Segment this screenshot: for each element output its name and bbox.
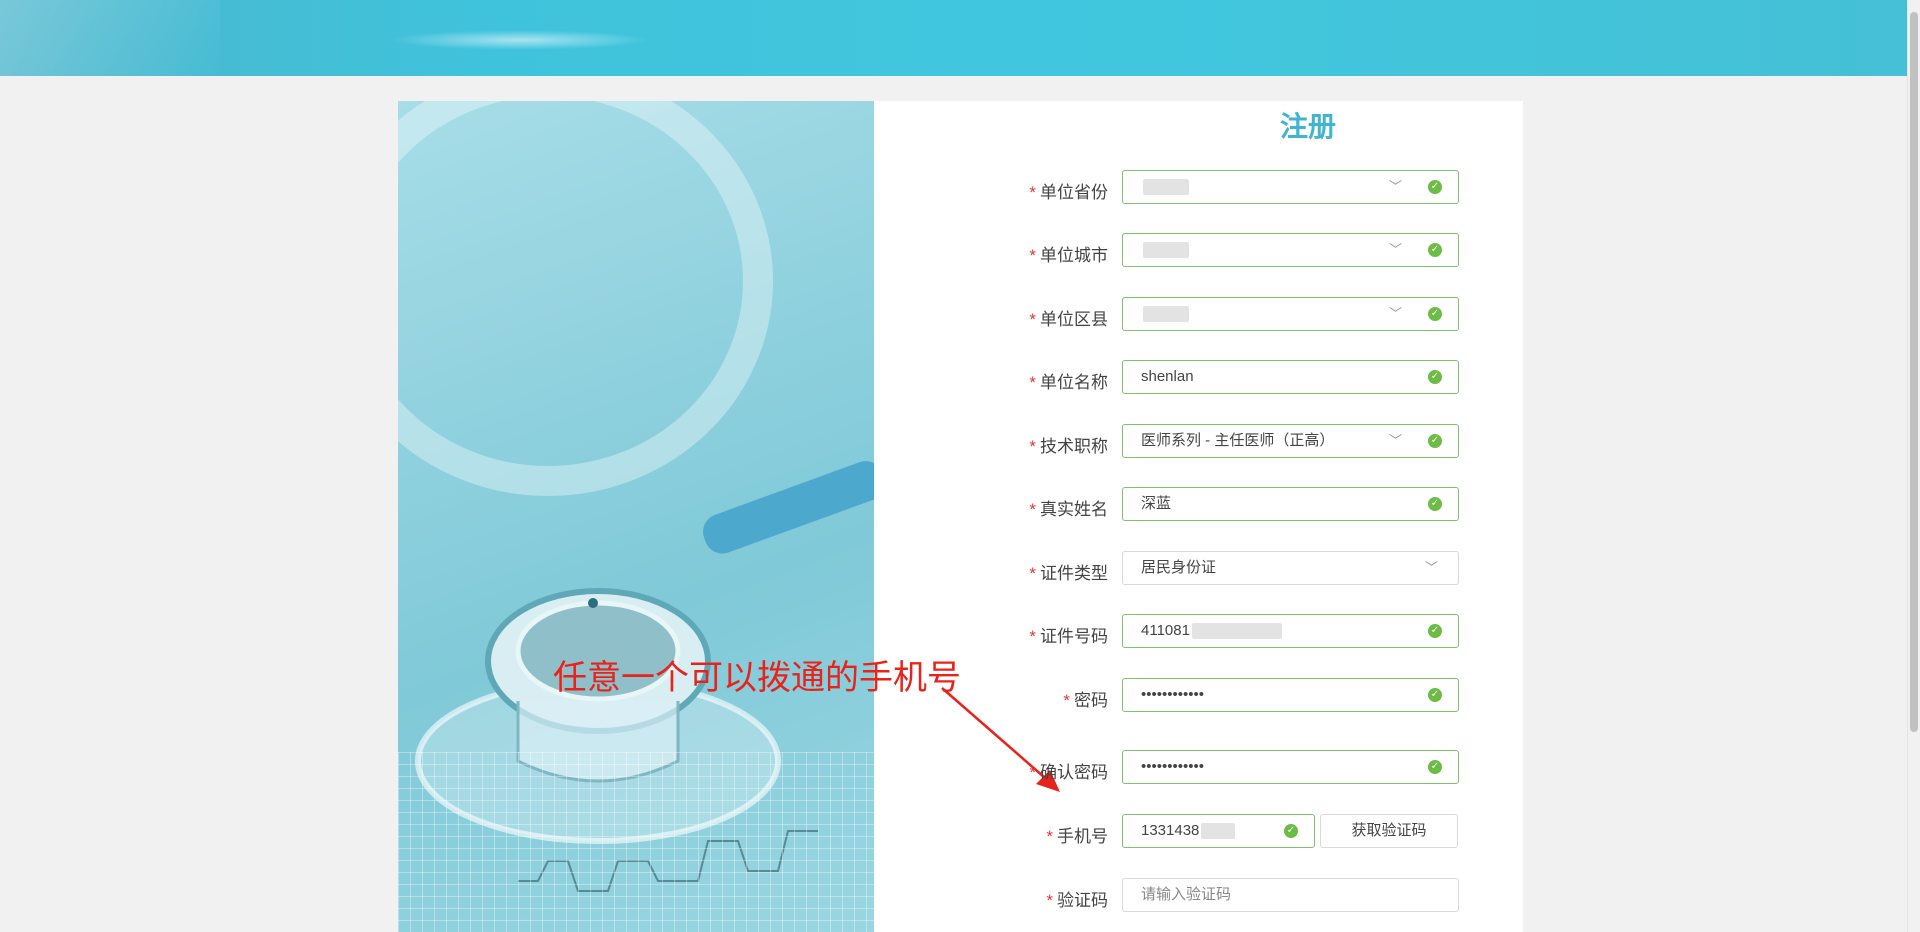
field-label: * 手机号 xyxy=(998,822,1108,847)
field-label: * 技术职称 xyxy=(998,432,1108,457)
select-field[interactable]: ﹀ ✓ xyxy=(1122,297,1459,331)
field-label: * 单位区县 xyxy=(998,305,1108,330)
required-mark: * xyxy=(1029,564,1036,583)
required-mark: * xyxy=(1029,310,1036,329)
field-label: * 单位省份 xyxy=(998,178,1108,203)
field-label-text: 真实姓名 xyxy=(1040,500,1108,519)
required-mark: * xyxy=(1046,827,1053,846)
field-label: * 证件类型 xyxy=(998,559,1108,584)
field-value: 深蓝 xyxy=(1141,495,1172,512)
check-circle-icon: ✓ xyxy=(1284,824,1298,838)
scrollbar-thumb[interactable] xyxy=(1910,12,1918,732)
check-circle-icon: ✓ xyxy=(1428,370,1442,384)
field-value: shenlan xyxy=(1141,368,1194,385)
field-value: 1331438 xyxy=(1141,822,1200,839)
field-placeholder: 请输入验证码 xyxy=(1141,886,1232,903)
ecg-grid xyxy=(398,752,874,932)
check-circle-icon: ✓ xyxy=(1428,434,1442,448)
chevron-down-icon[interactable]: ﹀ xyxy=(1389,171,1402,203)
input-field[interactable]: 请输入验证码 xyxy=(1122,878,1459,912)
field-label-text: 确认密码 xyxy=(1040,763,1108,782)
field-label-text: 单位省份 xyxy=(1040,183,1108,202)
input-field[interactable]: •••••••••••• ✓ xyxy=(1122,678,1459,712)
field-value: 居民身份证 xyxy=(1141,559,1217,576)
required-mark: * xyxy=(1029,763,1036,782)
field-label-text: 技术职称 xyxy=(1040,437,1108,456)
field-label-text: 单位城市 xyxy=(1040,246,1108,265)
field-label: * 密码 xyxy=(998,686,1108,711)
field-label-text: 证件类型 xyxy=(1040,564,1108,583)
form-title: 注册 xyxy=(1279,111,1336,142)
required-mark: * xyxy=(1029,437,1036,456)
redacted-text xyxy=(1143,242,1189,259)
select-field[interactable]: 居民身份证 ﹀ xyxy=(1122,551,1459,585)
select-field[interactable]: ﹀ ✓ xyxy=(1122,233,1459,267)
input-field[interactable]: shenlan ✓ xyxy=(1122,360,1459,394)
redacted-text xyxy=(1143,179,1189,196)
check-circle-icon: ✓ xyxy=(1428,688,1442,702)
field-value: •••••••••••• xyxy=(1141,686,1205,703)
check-circle-icon: ✓ xyxy=(1428,307,1442,321)
required-mark: * xyxy=(1029,246,1036,265)
required-mark: * xyxy=(1046,891,1053,910)
required-mark: * xyxy=(1029,183,1036,202)
redacted-text xyxy=(1201,823,1236,840)
input-field[interactable]: 深蓝 ✓ xyxy=(1122,487,1459,521)
field-label-text: 手机号 xyxy=(1057,827,1108,846)
chevron-down-icon[interactable]: ﹀ xyxy=(1389,298,1402,330)
check-circle-icon: ✓ xyxy=(1428,180,1442,194)
check-circle-icon: ✓ xyxy=(1428,243,1442,257)
redacted-text xyxy=(1191,623,1282,640)
header-decoration xyxy=(390,30,650,50)
select-field[interactable]: 医师系列 - 主任医师（正高） ﹀ ✓ xyxy=(1122,424,1459,458)
check-circle-icon: ✓ xyxy=(1428,760,1442,774)
required-mark: * xyxy=(1063,691,1070,710)
required-mark: * xyxy=(1029,500,1036,519)
field-value: 411081 xyxy=(1141,622,1190,639)
header-decoration xyxy=(0,0,220,76)
field-label-text: 单位名称 xyxy=(1040,373,1108,392)
field-label-text: 单位区县 xyxy=(1040,310,1108,329)
check-circle-icon: ✓ xyxy=(1428,624,1442,638)
input-field[interactable]: 411081 ✓ xyxy=(1122,614,1459,648)
field-value: 医师系列 - 主任医师（正高） xyxy=(1141,432,1335,449)
select-field[interactable]: ﹀ ✓ xyxy=(1122,170,1459,204)
field-label: * 确认密码 xyxy=(998,758,1108,783)
input-field[interactable]: 1331438 ✓ xyxy=(1122,814,1315,848)
annotation-text: 任意一个可以拨通的手机号 xyxy=(553,659,961,697)
scrollbar[interactable] xyxy=(1907,0,1920,932)
field-label: * 单位城市 xyxy=(998,241,1108,266)
field-value: •••••••••••• xyxy=(1141,758,1205,775)
field-label-text: 验证码 xyxy=(1057,891,1108,910)
field-label: * 单位名称 xyxy=(998,368,1108,393)
get-code-button[interactable]: 获取验证码 xyxy=(1320,814,1458,848)
field-label: * 验证码 xyxy=(998,886,1108,911)
field-label-text: 密码 xyxy=(1074,691,1108,710)
chevron-down-icon[interactable]: ﹀ xyxy=(1389,234,1402,266)
chevron-down-icon[interactable]: ﹀ xyxy=(1389,425,1402,457)
field-label: * 真实姓名 xyxy=(998,495,1108,520)
redacted-text xyxy=(1143,306,1189,323)
chevron-down-icon[interactable]: ﹀ xyxy=(1425,552,1438,584)
input-field[interactable]: •••••••••••• ✓ xyxy=(1122,750,1459,784)
required-mark: * xyxy=(1029,373,1036,392)
check-circle-icon: ✓ xyxy=(1428,497,1442,511)
field-label: * 证件号码 xyxy=(998,622,1108,647)
stethoscope-illustration xyxy=(398,101,874,932)
page-header xyxy=(0,0,1908,76)
required-mark: * xyxy=(1029,627,1036,646)
field-label-text: 证件号码 xyxy=(1040,627,1108,646)
